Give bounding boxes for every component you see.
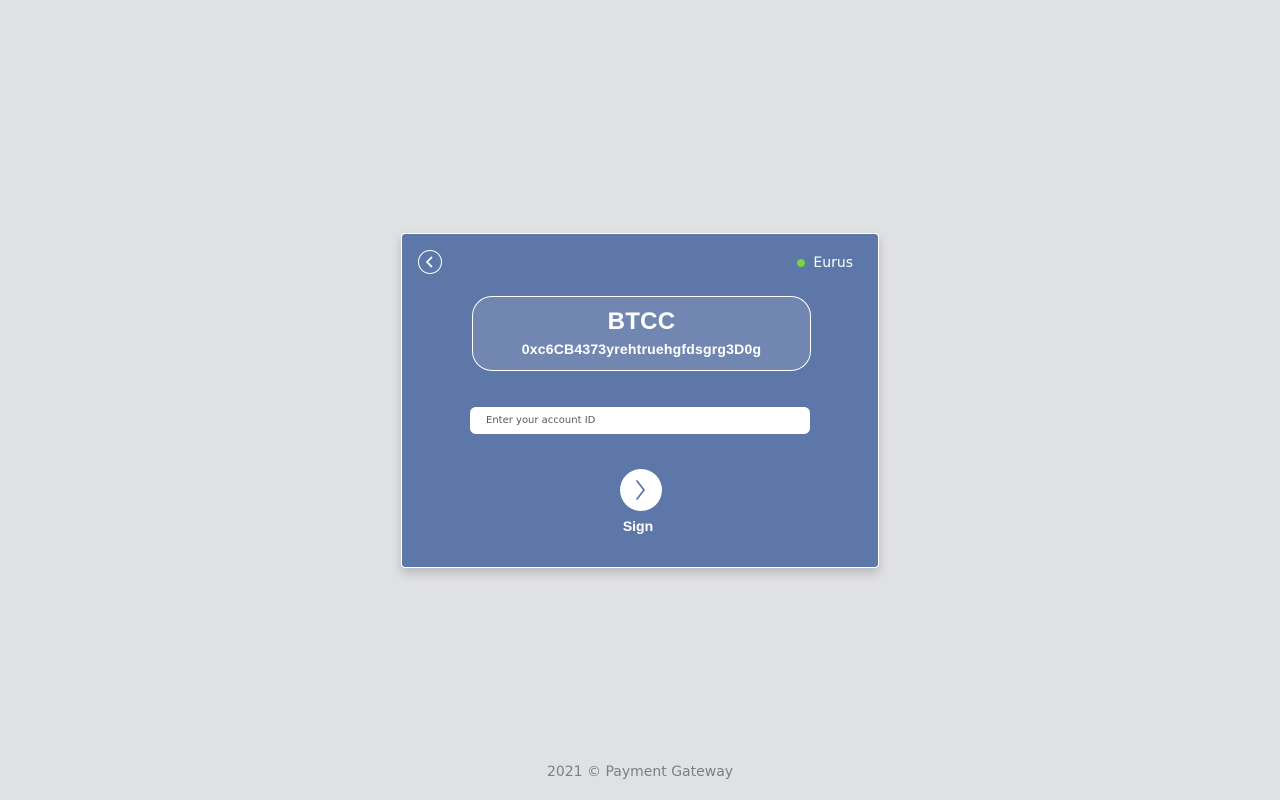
sign-card: Eurus BTCC 0xc6CB4373yrehtruehgfdsgrg3D0… xyxy=(401,233,879,568)
token-symbol: BTCC xyxy=(607,308,676,335)
chevron-left-icon xyxy=(426,256,433,268)
chevron-right-icon xyxy=(636,480,645,500)
network-name: Eurus xyxy=(813,255,853,271)
token-info-box: BTCC 0xc6CB4373yrehtruehgfdsgrg3D0g xyxy=(472,296,811,371)
account-id-input[interactable] xyxy=(470,407,810,434)
sign-button[interactable] xyxy=(620,469,662,511)
token-address: 0xc6CB4373yrehtruehgfdsgrg3D0g xyxy=(521,341,762,357)
network-status-dot xyxy=(797,259,806,267)
sign-label: Sign xyxy=(622,518,654,534)
footer-copyright: 2021 © Payment Gateway xyxy=(546,764,734,780)
network-indicator: Eurus xyxy=(797,254,853,272)
page: Eurus BTCC 0xc6CB4373yrehtruehgfdsgrg3D0… xyxy=(0,0,1280,800)
back-button[interactable] xyxy=(418,250,442,274)
